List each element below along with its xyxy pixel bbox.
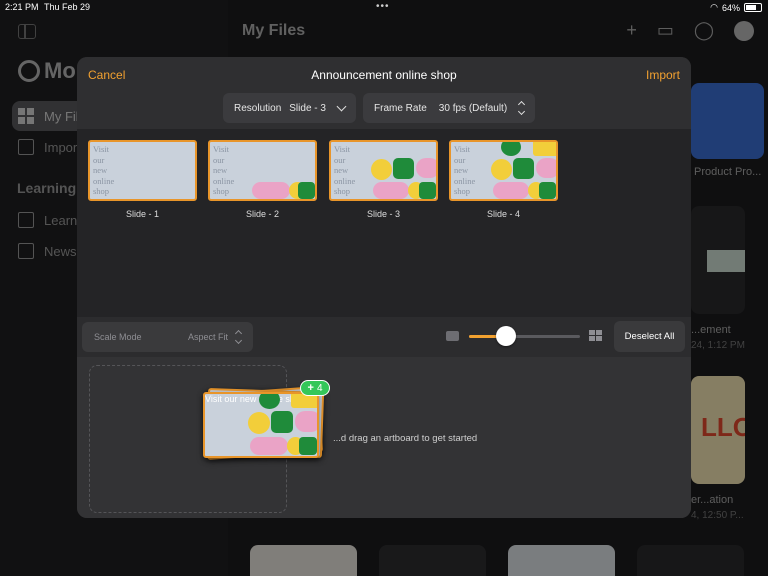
resolution-label: Resolution (234, 102, 282, 114)
slide-shape-green (393, 158, 414, 179)
slide-shape-green (259, 394, 280, 409)
chevron-up-down-icon (234, 329, 243, 345)
import-button[interactable]: Import (646, 68, 680, 82)
scale-mode-select[interactable]: Scale Mode Aspect Fit (82, 322, 253, 352)
scale-mode-label: Scale Mode (94, 332, 142, 342)
status-bar: 2:21 PM Thu Feb 29 ••• ◠ 64% (0, 0, 768, 14)
slide-thumbnail-2[interactable]: Visit our new online shop (208, 140, 317, 201)
slide-shape-pink (416, 158, 436, 178)
zoom-slider-knob[interactable] (495, 326, 516, 346)
slide-thumbnail-1[interactable]: Visit our new online shop (88, 140, 197, 201)
modal-toolbar: Scale Mode Aspect Fit Deselect All (77, 317, 691, 357)
slide-label: Slide - 1 (125, 209, 160, 219)
battery-percent: 64% (721, 2, 740, 13)
chevron-down-icon (336, 101, 347, 111)
slide-shape-yellow (533, 142, 556, 156)
framerate-value: 30 fps (Default) (438, 102, 508, 114)
resolution-value: Slide - 3 (289, 102, 326, 114)
slide-thumbnail-3[interactable]: Visit our new online shop (329, 140, 438, 201)
framerate-label: Frame Rate (374, 102, 427, 114)
timeline-drop-area[interactable]: ...d drag an artboard to get started Vis… (77, 357, 691, 518)
slide-shape-green (299, 437, 317, 455)
slide-shape-green (513, 158, 534, 179)
framerate-select[interactable]: Frame Rate 30 fps (Default) (363, 93, 536, 123)
selected-count: 4 (316, 382, 323, 394)
slide-shape-pink (295, 411, 317, 432)
slide-shape-yellow (491, 159, 512, 180)
slide-shape-yellow (371, 159, 392, 180)
slide-shape-green (501, 142, 521, 156)
slide-label: Slide - 2 (245, 209, 280, 219)
dragged-slide-preview[interactable]: Visit our new online shop (203, 392, 319, 458)
slide-label: Slide - 3 (366, 209, 401, 219)
multitasking-dots-icon[interactable]: ••• (376, 1, 390, 12)
small-thumbnail-icon (446, 331, 459, 341)
slides-grid: Visit our new online shop Slide - 1 Visi… (77, 129, 691, 317)
wifi-icon: ◠ (710, 2, 718, 12)
slide-thumbnail-4[interactable]: Visit our new online shop (449, 140, 558, 201)
slide-text: Visit our new online shop (93, 144, 115, 196)
slide-shape-green (539, 182, 556, 199)
plus-icon: + (307, 382, 314, 394)
slide-shape-pink (536, 158, 556, 178)
status-date: Thu Feb 29 (44, 2, 91, 12)
slide-shape-pink (493, 182, 529, 199)
battery-icon (744, 3, 762, 12)
deselect-all-button[interactable]: Deselect All (614, 321, 685, 352)
resolution-select[interactable]: Resolution Slide - 3 (223, 93, 356, 123)
export-modal: Cancel Announcement online shop Import R… (77, 57, 691, 518)
slide-shape-pink (250, 437, 288, 455)
modal-header: Cancel Announcement online shop Import R… (77, 57, 691, 129)
scale-mode-control: Aspect Fit (187, 329, 243, 345)
slide-shape-green (298, 182, 315, 199)
slide-shape-yellow (248, 412, 270, 434)
chevron-up-down-icon (518, 100, 526, 116)
slide-text: Visit our new online shop (213, 144, 235, 196)
slide-shape-pink (252, 182, 290, 199)
modal-title: Announcement online shop (311, 68, 457, 82)
slide-text: Visit our new online shop (334, 144, 356, 196)
slide-shape-green (271, 411, 293, 433)
selected-count-badge: + 4 (300, 380, 330, 396)
slide-shape-green (419, 182, 436, 199)
status-time: 2:21 PM (5, 2, 39, 12)
slide-label: Slide - 4 (486, 209, 521, 219)
zoom-slider-track[interactable] (469, 335, 580, 338)
grid-thumbnail-icon (589, 330, 602, 341)
slide-shape-pink (373, 182, 409, 199)
drop-hint: ...d drag an artboard to get started (333, 433, 478, 444)
status-right: ◠ 64% (710, 2, 762, 13)
slide-text: Visit our new online shop (454, 144, 476, 196)
scale-mode-value: Aspect Fit (187, 332, 228, 342)
